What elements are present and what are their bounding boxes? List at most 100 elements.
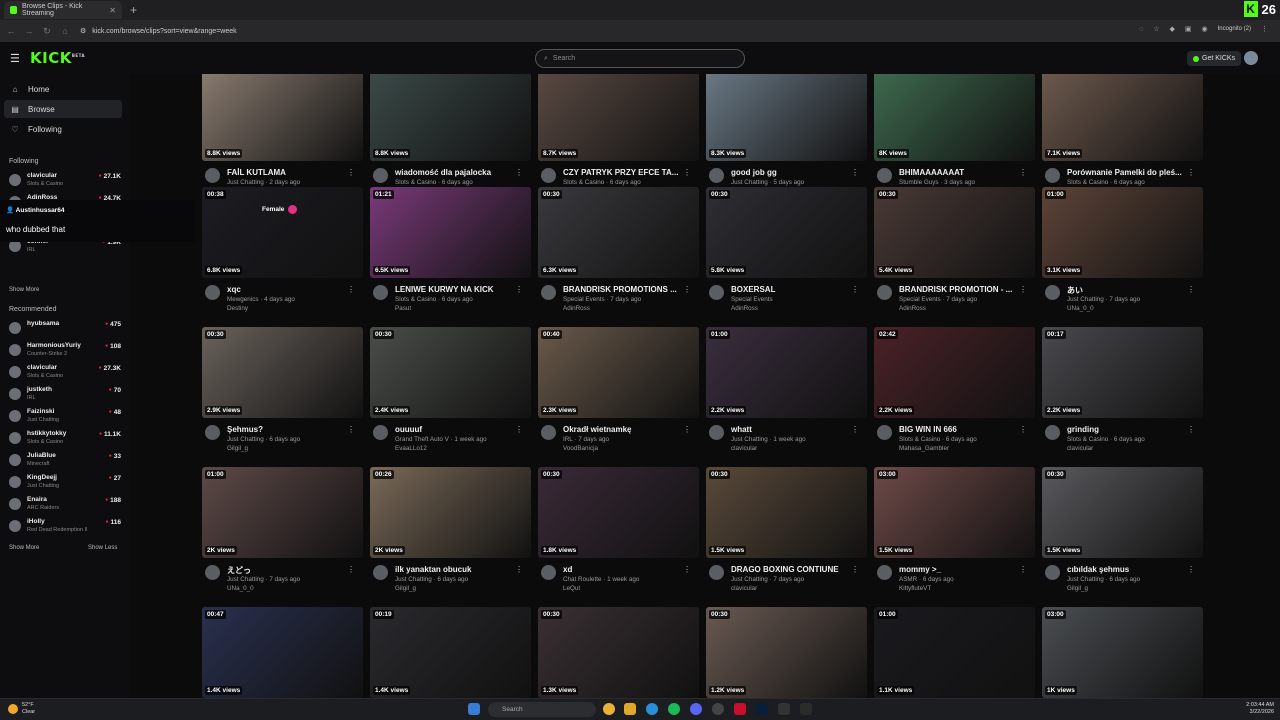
more-options-icon[interactable]: ⋮ xyxy=(683,425,691,434)
more-options-icon[interactable]: ⋮ xyxy=(1019,168,1027,177)
hamburger-menu-icon[interactable]: ☰ xyxy=(10,52,20,65)
photoshop-icon[interactable] xyxy=(756,703,768,715)
clip-title[interactable]: BIG WIN IN 666 xyxy=(899,425,1021,434)
streamer-avatar[interactable] xyxy=(373,168,388,183)
clip-title[interactable]: Okradł wietnamkę xyxy=(563,425,685,434)
clip-category[interactable]: Slots & Casino xyxy=(395,296,436,303)
streamer-avatar[interactable] xyxy=(541,285,556,300)
clip-streamer[interactable]: Pasut xyxy=(395,305,411,312)
clip-thumbnail[interactable]: 00:30 2.4K views xyxy=(370,327,531,418)
clip-card[interactable]: 01:00 3.1K views あい Just Chatting · 7 days … xyxy=(1042,187,1203,321)
clip-category[interactable]: Slots & Casino xyxy=(563,179,604,186)
clip-category[interactable]: Special Events xyxy=(899,296,941,303)
clip-category[interactable]: Just Chatting xyxy=(227,576,264,583)
streamer-avatar[interactable] xyxy=(709,168,724,183)
chat-username[interactable]: 👤 Austinhussar64 xyxy=(6,206,64,214)
clip-title[interactable]: えどっ xyxy=(227,565,349,576)
spotify-icon[interactable] xyxy=(668,703,680,715)
clip-card[interactable]: 8.8K views wiadomość dla pajalocka Slots &… xyxy=(370,74,531,204)
clip-thumbnail[interactable]: 8K views xyxy=(874,74,1035,161)
streamer-avatar[interactable] xyxy=(1045,285,1060,300)
clip-category[interactable]: Chat Roulette xyxy=(563,576,602,583)
system-tray[interactable]: 2:03:44 AM 3/22/2026 xyxy=(1246,702,1274,716)
clip-streamer[interactable]: UNa_0_0 xyxy=(227,585,254,592)
clip-category[interactable]: Just Chatting xyxy=(1067,296,1104,303)
sidebar-channel-recommended[interactable]: justketh IRL 70 xyxy=(9,386,121,404)
more-options-icon[interactable]: ⋮ xyxy=(851,425,859,434)
streamer-avatar[interactable] xyxy=(709,285,724,300)
clip-streamer[interactable]: AdinRoss xyxy=(731,305,758,312)
clip-category[interactable]: Stumble Guys xyxy=(899,179,939,186)
clip-streamer[interactable]: Mahasa_Gambler xyxy=(899,445,949,452)
more-options-icon[interactable]: ⋮ xyxy=(515,168,523,177)
more-options-icon[interactable]: ⋮ xyxy=(1187,425,1195,434)
clip-card[interactable]: 01:00 1.1K views xyxy=(874,607,1035,698)
more-options-icon[interactable]: ⋮ xyxy=(515,565,523,574)
show-more-following[interactable]: Show More xyxy=(9,287,39,293)
streamer-avatar[interactable] xyxy=(541,168,556,183)
back-icon[interactable]: ← xyxy=(4,26,18,36)
clip-streamer[interactable]: clavicular xyxy=(731,585,757,592)
clip-thumbnail[interactable]: 00:30 1.8K views xyxy=(538,467,699,558)
clip-category[interactable]: Special Events xyxy=(731,296,773,303)
clip-category[interactable]: Just Chatting xyxy=(731,576,768,583)
clip-thumbnail[interactable]: 01:00 2.2K views xyxy=(706,327,867,418)
clip-title[interactable]: wiadomość dla pajalocka xyxy=(395,168,517,177)
terminal-icon[interactable] xyxy=(778,703,790,715)
url-field[interactable]: ⚙ kick.com/browse/clips?sort=view&range=… xyxy=(80,24,1180,38)
clip-streamer[interactable]: UNa_0_0 xyxy=(1067,305,1094,312)
get-kicks-button[interactable]: Get KICKs xyxy=(1187,51,1242,66)
more-options-icon[interactable]: ⋮ xyxy=(683,285,691,294)
clip-category[interactable]: Slots & Casino xyxy=(1067,436,1108,443)
clip-title[interactable]: Porównanie Pamelki do pleś... xyxy=(1067,168,1189,177)
sidebar-channel-recommended[interactable]: hstikkytokky Slots & Casino 11.1K xyxy=(9,430,121,448)
clip-streamer[interactable]: EvaaLLo12 xyxy=(395,445,427,452)
discord-icon[interactable] xyxy=(690,703,702,715)
clip-card[interactable]: 7.1K views Porównanie Pamelki do pleś... S… xyxy=(1042,74,1203,204)
clip-streamer[interactable]: Destiny xyxy=(227,305,248,312)
clip-title[interactable]: BRANDRISK PROMOTION - ... xyxy=(899,285,1021,294)
clip-title[interactable]: BOXERSAL xyxy=(731,285,853,294)
clip-thumbnail[interactable]: 02:42 2.2K views xyxy=(874,327,1035,418)
clip-title[interactable]: FAİL KUTLAMA xyxy=(227,168,349,177)
clip-title[interactable]: BHIMAAAAAAAT xyxy=(899,168,1021,177)
clip-streamer[interactable]: VoodBanicja xyxy=(563,445,598,452)
acrobat-icon[interactable] xyxy=(734,703,746,715)
clip-thumbnail[interactable]: 03:00 1.5K views xyxy=(874,467,1035,558)
clip-category[interactable]: Grand Theft Auto V xyxy=(395,436,449,443)
sidebar-nav-browse[interactable]: ▤ Browse xyxy=(4,100,122,118)
app2-icon[interactable] xyxy=(800,703,812,715)
clip-thumbnail[interactable]: 01:00 1.1K views xyxy=(874,607,1035,698)
streamer-avatar[interactable] xyxy=(205,168,220,183)
clip-category[interactable]: Just Chatting xyxy=(731,436,768,443)
clip-thumbnail[interactable]: 8.8K views xyxy=(370,74,531,161)
more-options-icon[interactable]: ⋮ xyxy=(851,285,859,294)
more-options-icon[interactable]: ⋮ xyxy=(515,285,523,294)
streamer-avatar[interactable] xyxy=(541,565,556,580)
clip-card[interactable]: 01:00 2K views えどっ Just Chatting · 7 days a… xyxy=(202,467,363,601)
edge-icon[interactable] xyxy=(646,703,658,715)
new-tab-icon[interactable]: + xyxy=(130,3,137,17)
more-options-icon[interactable]: ⋮ xyxy=(683,565,691,574)
clip-card[interactable]: 02:42 2.2K views BIG WIN IN 666 Slots & Cas… xyxy=(874,327,1035,461)
streamer-avatar[interactable] xyxy=(1045,425,1060,440)
more-options-icon[interactable]: ⋮ xyxy=(683,168,691,177)
clip-thumbnail[interactable]: 01:21 6.5K views xyxy=(370,187,531,278)
home-icon[interactable]: ⌂ xyxy=(58,26,72,36)
sidebar-channel-recommended[interactable]: KingDeejj Just Chatting 27 xyxy=(9,474,121,492)
clip-title[interactable]: あい xyxy=(1067,285,1189,296)
user-avatar[interactable] xyxy=(1244,51,1258,65)
clip-card[interactable]: 00:47 1.4K views xyxy=(202,607,363,698)
streamer-avatar[interactable] xyxy=(709,565,724,580)
clip-thumbnail[interactable]: 8.7K views xyxy=(538,74,699,161)
clip-card[interactable]: 8.8K views FAİL KUTLAMA Just Chatting · 2 … xyxy=(202,74,363,204)
sidebar-channel-following[interactable]: clavicular Slots & Casino 27.1K xyxy=(9,172,121,190)
clip-thumbnail[interactable]: 00:30 2.9K views xyxy=(202,327,363,418)
clip-thumbnail[interactable]: 00:30 6.3K views xyxy=(538,187,699,278)
streamer-avatar[interactable] xyxy=(1045,168,1060,183)
clip-thumbnail[interactable]: 00:30 5.8K views xyxy=(706,187,867,278)
clip-card[interactable]: 00:26 2K views ilk yanaktan obucuk Just Cha… xyxy=(370,467,531,601)
sidebar-channel-recommended[interactable]: Enaira ARC Raiders 188 xyxy=(9,496,121,514)
clip-card[interactable]: 01:21 6.5K views LENIWE KURWY NA KICK Slots… xyxy=(370,187,531,321)
clip-category[interactable]: Slots & Casino xyxy=(899,436,940,443)
